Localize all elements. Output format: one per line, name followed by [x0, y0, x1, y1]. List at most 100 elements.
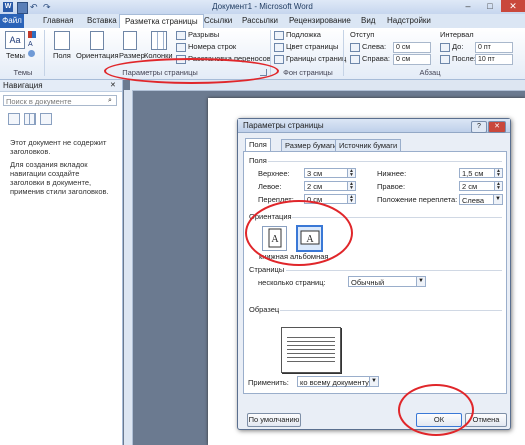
themes-label: Темы	[6, 51, 25, 60]
nav-search-icon[interactable]: ⌕	[108, 97, 112, 105]
nav-results-tab-icon[interactable]	[40, 113, 52, 125]
spin-arrows-icon[interactable]: ▲ ▼	[494, 169, 502, 178]
left-margin-input[interactable]: 2 см ▲ ▼	[304, 181, 356, 191]
line-numbers-button[interactable]: Номера строк	[176, 42, 236, 52]
spacing-title: Интервал	[440, 30, 474, 39]
tab-view[interactable]: Вид	[356, 14, 380, 28]
hyphenation-button[interactable]: Расстановка переносов	[176, 54, 271, 64]
theme-fonts-icon[interactable]: A	[28, 41, 33, 48]
watermark-button[interactable]: Подложка	[274, 30, 321, 40]
page-borders-icon	[274, 54, 284, 64]
spacing-before-icon	[440, 42, 450, 52]
tab-review[interactable]: Рецензирование	[284, 14, 356, 28]
gutter-position-select[interactable]: Слева ▼	[459, 194, 503, 205]
spin-arrows-icon[interactable]: ▲ ▼	[494, 182, 502, 191]
watermark-label: Подложка	[286, 30, 321, 39]
horizontal-ruler[interactable]	[130, 80, 525, 91]
chevron-down-icon[interactable]: ▼	[369, 377, 378, 386]
indent-right-icon	[350, 54, 360, 64]
top-margin-input[interactable]: 3 см ▲ ▼	[304, 168, 356, 178]
landscape-option[interactable]: A	[296, 225, 323, 252]
theme-colors-icon[interactable]	[28, 31, 36, 38]
breaks-button[interactable]: Разрывы	[176, 30, 219, 40]
portrait-label[interactable]: книжная	[259, 252, 288, 261]
watermark-icon	[274, 30, 284, 40]
spin-arrows-icon[interactable]: ▲ ▼	[347, 169, 355, 178]
apply-to-select[interactable]: ко всему документу ▼	[297, 376, 379, 387]
left-margin-label: Левое:	[258, 182, 282, 191]
nav-search-input[interactable]: Поиск в документе	[3, 95, 117, 106]
preview-section-title: Образец	[249, 305, 280, 314]
set-default-button[interactable]: По умолчанию	[247, 413, 301, 427]
multiple-pages-select[interactable]: Обычный ▼	[348, 276, 426, 287]
line-numbers-label: Номера строк	[188, 42, 237, 51]
pages-section-title: Страницы	[249, 265, 285, 274]
nav-headings-tab-icon[interactable]	[8, 113, 20, 125]
spin-arrows-icon[interactable]: ▲ ▼	[347, 195, 355, 204]
page-setup-launcher-icon[interactable]	[260, 69, 267, 76]
dialog-body: Поля Верхнее: 3 см ▲ ▼ Нижнее: 1,5 см ▲ ▼ Ле…	[243, 151, 507, 394]
hyphenation-icon	[176, 54, 186, 64]
preview-section-line	[280, 310, 502, 311]
landscape-label[interactable]: альбомная	[290, 252, 328, 261]
ribbon-tabs: Файл Главная Вставка Разметка страницы С…	[0, 14, 525, 29]
bottom-margin-input[interactable]: 1,5 см ▲ ▼	[459, 168, 503, 178]
breaks-label: Разрывы	[188, 30, 220, 39]
dialog-title: Параметры страницы	[238, 119, 510, 133]
page-borders-button[interactable]: Границы страниц	[274, 54, 346, 64]
indent-left-input[interactable]: 0 см	[393, 42, 431, 53]
spin-arrows-icon[interactable]: ▲ ▼	[347, 182, 355, 191]
svg-text:A: A	[306, 234, 314, 245]
landscape-icon: A	[300, 230, 319, 245]
spacing-after-input[interactable]: 10 пт	[475, 54, 513, 65]
dialog-close-button[interactable]: ✕	[488, 121, 506, 133]
tab-insert[interactable]: Вставка	[82, 14, 122, 28]
window-title: Документ1 - Microsoft Word	[212, 2, 313, 11]
margins-section-title: Поля	[249, 156, 267, 165]
tab-references[interactable]: Ссылки	[199, 14, 237, 28]
page-borders-label: Границы страниц	[286, 54, 347, 63]
right-margin-input[interactable]: 2 см ▲ ▼	[459, 181, 503, 191]
dialog-help-button[interactable]: ?	[471, 121, 487, 133]
breaks-icon	[176, 30, 186, 40]
cancel-button[interactable]: Отмена	[465, 413, 507, 427]
tab-margins[interactable]: Поля	[245, 138, 271, 152]
tab-mailings[interactable]: Рассылки	[237, 14, 283, 28]
navigation-title: Навигация	[0, 80, 122, 92]
spacing-before-input[interactable]: 0 пт	[475, 42, 513, 53]
maximize-button[interactable]: □	[479, 0, 501, 12]
ok-button[interactable]: ОК	[416, 413, 462, 427]
right-margin-label: Правое:	[377, 182, 406, 191]
nav-pages-tab-icon[interactable]	[24, 113, 36, 125]
spacing-before-label: До:	[440, 42, 463, 52]
portrait-option[interactable]: A	[262, 226, 287, 251]
indent-left-icon	[350, 42, 360, 52]
apply-to-label: Применить:	[248, 378, 289, 387]
indent-right-input[interactable]: 0 см	[393, 54, 431, 65]
theme-effects-icon[interactable]	[28, 50, 35, 57]
indent-title: Отступ	[350, 30, 375, 39]
minimize-button[interactable]: –	[457, 0, 479, 12]
gutter-input[interactable]: 0 см ▲ ▼	[304, 194, 356, 204]
indent-left-label: Слева:	[350, 42, 386, 52]
tab-file[interactable]: Файл	[0, 14, 24, 28]
multiple-pages-label: несколько страниц:	[258, 278, 326, 287]
page-color-button[interactable]: Цвет страницы	[274, 42, 338, 52]
vertical-ruler[interactable]	[124, 90, 133, 445]
chevron-down-icon[interactable]: ▼	[416, 277, 425, 286]
tab-home[interactable]: Главная	[38, 14, 78, 28]
chevron-down-icon[interactable]: ▼	[493, 195, 502, 204]
gutter-label: Переплет:	[258, 195, 294, 204]
ribbon: Aa Темы A Темы Поля Ориентация Размер Ко…	[0, 28, 525, 80]
margins-icon	[54, 31, 70, 50]
line-numbers-icon	[176, 42, 186, 52]
tab-addins[interactable]: Надстройки	[382, 14, 436, 28]
group-separator	[270, 30, 271, 76]
tab-page-layout[interactable]: Разметка страницы	[119, 14, 204, 29]
page-color-icon	[274, 42, 284, 52]
page-color-label: Цвет страницы	[286, 42, 339, 51]
page-background-group-label: Фон страницы	[283, 68, 333, 77]
themes-icon: Aa	[5, 31, 25, 49]
nav-close-icon[interactable]: ✕	[110, 81, 116, 89]
close-button[interactable]: ✕	[501, 0, 525, 12]
